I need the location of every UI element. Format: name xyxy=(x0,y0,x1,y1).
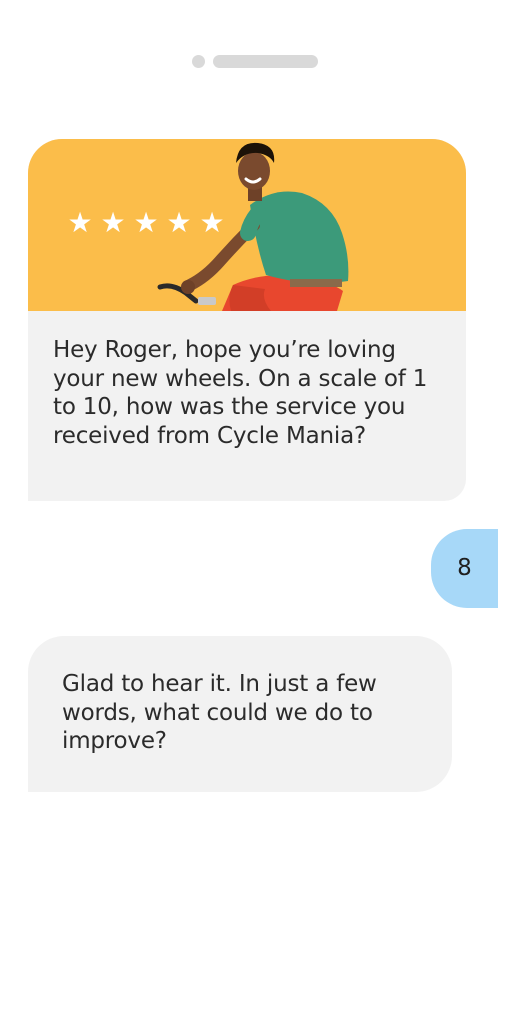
incoming-followup-text: Glad to hear it. In just a few words, wh… xyxy=(62,671,377,754)
star-icon: ★ xyxy=(67,206,93,239)
outgoing-reply-bubble: 8 xyxy=(431,529,498,608)
rating-stars: ★ ★ ★ ★ ★ xyxy=(66,209,226,237)
star-icon: ★ xyxy=(199,206,225,239)
star-icon: ★ xyxy=(100,206,126,239)
incoming-message-text: Hey Roger, hope you’re loving your new w… xyxy=(53,337,428,449)
star-icon: ★ xyxy=(166,206,192,239)
incoming-followup-bubble: Glad to hear it. In just a few words, wh… xyxy=(28,636,452,792)
speaker-bar xyxy=(213,55,318,68)
camera-dot xyxy=(192,55,205,68)
outgoing-reply-text: 8 xyxy=(457,555,472,581)
incoming-message-card: ★ ★ ★ ★ ★ Hey Roger, hope you’re loving … xyxy=(28,139,466,501)
star-icon: ★ xyxy=(133,206,159,239)
hero-image: ★ ★ ★ ★ ★ xyxy=(28,139,466,311)
